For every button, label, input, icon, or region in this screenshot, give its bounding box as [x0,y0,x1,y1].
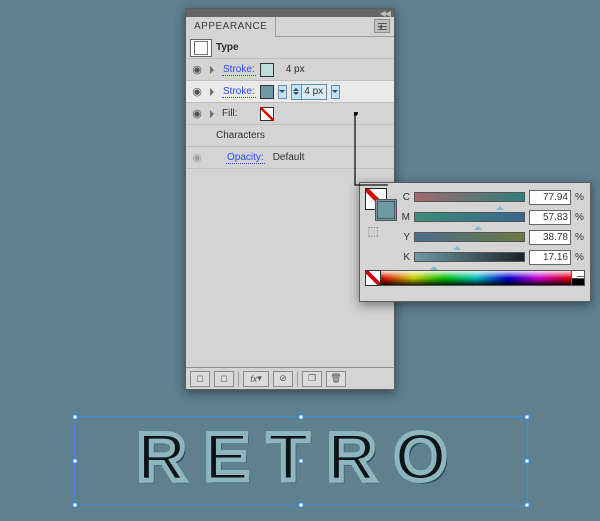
stroke2-weight-dropdown[interactable] [331,85,340,99]
spectrum-bar[interactable] [365,270,585,286]
opacity-link[interactable]: Opacity: [226,152,265,164]
panel-bottom-toolbar: ◻ ◻ fx▾ ⊘ ❐ 🗑 [186,367,394,389]
appearance-tab[interactable]: APPEARANCE [186,17,276,37]
stroke1-swatch[interactable] [260,63,274,77]
picker-flyout-menu[interactable] [575,271,585,281]
collapse-icon[interactable]: ◀◀ [380,10,390,17]
magenta-slider[interactable] [414,212,525,222]
stroke1-row[interactable]: ◉ Stroke: 4 px [186,59,394,81]
visibility-icon[interactable]: ◉ [190,107,204,121]
pct-label: % [575,252,585,263]
stroke2-link[interactable]: Stroke: [222,86,256,98]
black-input[interactable]: 17.16 [529,250,571,265]
black-row: K 17.16 % [400,249,585,265]
handle-w[interactable] [73,459,78,464]
out-of-gamut-icon[interactable]: ⬚ [365,224,381,238]
type-row[interactable]: Type [186,37,394,59]
stroke2-swatch[interactable] [260,85,274,99]
retro-text[interactable]: RETRO [80,418,522,496]
pct-label: % [575,232,585,243]
yellow-label: Y [400,232,410,243]
divider [238,371,239,387]
stroke2-weight-stepper[interactable]: 4 px [291,84,327,100]
disclosure-icon[interactable] [210,110,218,118]
black-label: K [400,252,410,263]
color-picker-panel: ⬚ C 77.94 % M 57.83 % Y 38.78 % K [359,182,591,302]
type-thumb [190,39,212,57]
type-label: Type [216,42,239,53]
picker-swatches: ⬚ [365,188,400,265]
fill-swatch-none[interactable] [260,107,274,121]
divider [297,371,298,387]
pct-label: % [575,192,585,203]
duplicate-button[interactable]: ❐ [302,371,322,387]
handle-ne[interactable] [525,415,530,420]
cmyk-sliders: C 77.94 % M 57.83 % Y 38.78 % K 17.16 [400,188,585,265]
characters-label: Characters [216,130,265,141]
cyan-row: C 77.94 % [400,189,585,205]
handle-s[interactable] [299,503,304,508]
panel-flyout-menu[interactable] [374,19,390,33]
pct-label: % [575,212,585,223]
pointer-line [354,112,388,186]
new-fill-button[interactable]: ◻ [214,371,234,387]
trash-button[interactable]: 🗑 [326,371,346,387]
panel-tab-row: APPEARANCE [186,17,394,37]
new-stroke-button[interactable]: ◻ [190,371,210,387]
cyan-label: C [400,192,410,203]
panel-titlebar[interactable]: ◀◀ [186,9,394,17]
stroke1-value: 4 px [286,64,305,75]
disclosure-icon[interactable] [210,66,218,74]
stroke2-row[interactable]: ◉ Stroke: 4 px [186,81,394,103]
yellow-row: Y 38.78 % [400,229,585,245]
visibility-icon[interactable]: ◉ [190,151,204,165]
clear-appearance-button[interactable]: ⊘ [273,371,293,387]
cyan-slider[interactable] [414,192,525,202]
magenta-row: M 57.83 % [400,209,585,225]
handle-se[interactable] [525,503,530,508]
handle-nw[interactable] [73,415,78,420]
magenta-label: M [400,212,410,223]
magenta-input[interactable]: 57.83 [529,210,571,225]
yellow-input[interactable]: 38.78 [529,230,571,245]
opacity-value: Default [273,152,305,163]
stroke2-swatch-dropdown[interactable] [278,85,287,99]
spectrum-gradient[interactable] [381,270,571,286]
handle-e[interactable] [525,459,530,464]
stroke2-weight-value[interactable]: 4 px [302,86,326,97]
visibility-icon[interactable]: ◉ [190,63,204,77]
cyan-input[interactable]: 77.94 [529,190,571,205]
visibility-icon[interactable]: ◉ [190,85,204,99]
disclosure-icon[interactable] [210,88,218,96]
stroke1-link[interactable]: Stroke: [222,64,256,76]
handle-sw[interactable] [73,503,78,508]
stroke-active-swatch[interactable] [375,199,397,221]
fill-label: Fill: [222,108,238,119]
yellow-slider[interactable] [414,232,525,242]
none-color-icon[interactable] [365,270,381,286]
fx-button[interactable]: fx▾ [243,371,269,387]
black-slider[interactable] [414,252,525,262]
